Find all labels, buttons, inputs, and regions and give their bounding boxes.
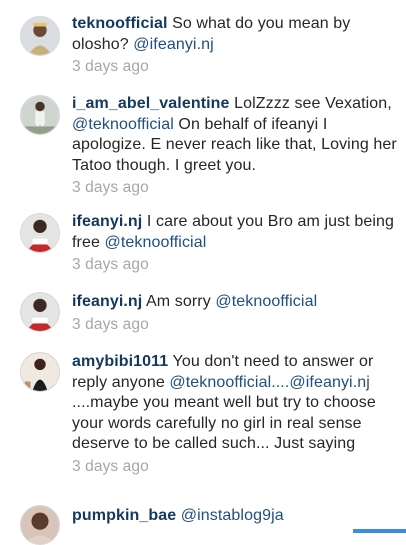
- avatar[interactable]: [20, 16, 60, 56]
- comment-mention[interactable]: @teknoofficial....@ifeanyi.nj: [169, 374, 370, 391]
- avatar[interactable]: [20, 505, 60, 545]
- comment-mention[interactable]: @instablog9ja: [181, 507, 284, 524]
- avatar-photo-icon: [21, 214, 59, 252]
- comment-mention[interactable]: @ifeanyi.nj: [133, 36, 214, 53]
- avatar[interactable]: [20, 292, 60, 332]
- comment-username[interactable]: amybibi1011: [72, 353, 168, 370]
- comment-mention[interactable]: @teknoofficial: [72, 116, 174, 133]
- comment-mention[interactable]: @teknoofficial: [215, 293, 317, 310]
- comment-mention[interactable]: @teknoofficial: [105, 234, 207, 251]
- comment-timestamp: 3 days ago: [72, 58, 149, 75]
- avatar[interactable]: [20, 213, 60, 253]
- avatar-photo-icon: [21, 17, 59, 55]
- comment-text: LolZzzz see Vexation,: [229, 95, 392, 112]
- comment-username[interactable]: ifeanyi.nj: [72, 213, 142, 230]
- comment-username[interactable]: ifeanyi.nj: [72, 293, 142, 310]
- comment-text: Am sorry: [142, 293, 216, 310]
- avatar-photo-icon: [21, 506, 59, 544]
- comment-username[interactable]: teknoofficial: [72, 15, 168, 32]
- comment-timestamp: 3 days ago: [72, 315, 149, 333]
- bottom-indicator: [353, 529, 406, 533]
- avatar-photo-icon: [21, 353, 59, 391]
- comment-timestamp: 3 days ago: [72, 457, 149, 475]
- comment-timestamp: 3 days ago: [72, 256, 149, 273]
- comment-username[interactable]: pumpkin_bae: [72, 507, 176, 524]
- comment-text-after: ....maybe you meant well but try to choo…: [72, 394, 376, 452]
- avatar[interactable]: [20, 352, 60, 392]
- avatar[interactable]: [20, 95, 60, 135]
- comment-timestamp: 3 days ago: [72, 179, 149, 196]
- avatar-photo-icon: [21, 293, 59, 331]
- avatar-photo-icon: [21, 96, 59, 134]
- comment-username[interactable]: i_am_abel_valentine: [72, 95, 230, 112]
